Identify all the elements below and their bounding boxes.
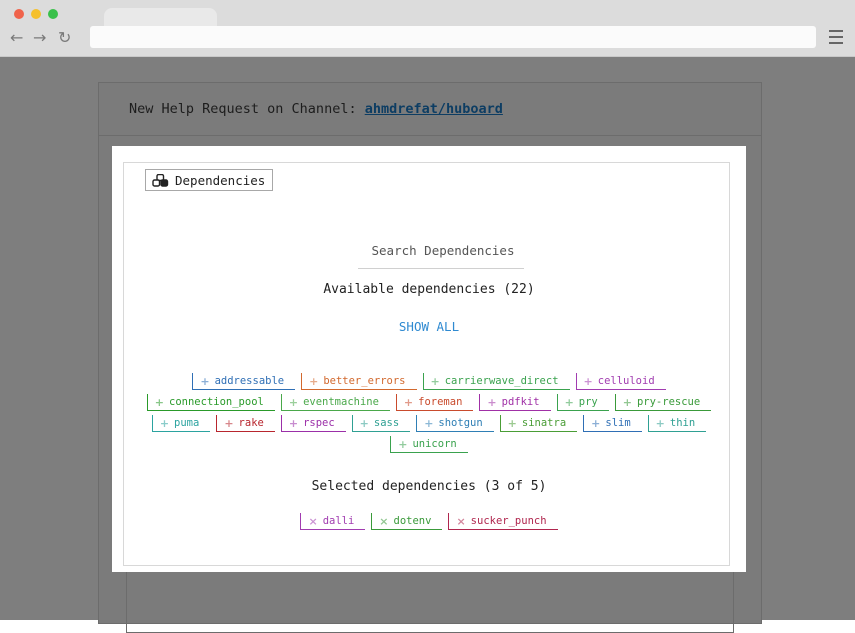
available-dependency-tag[interactable]: + pry <box>556 394 609 411</box>
plus-icon: + <box>622 395 632 409</box>
available-dependency-tag[interactable]: + pry-rescue <box>614 394 712 411</box>
plus-icon: + <box>507 416 517 430</box>
available-dependency-tag[interactable]: + rake <box>216 415 275 432</box>
dependency-name: connection_pool <box>169 396 264 408</box>
minimize-window-dot[interactable] <box>31 9 41 19</box>
dependency-name: unicorn <box>412 438 457 450</box>
plus-icon: + <box>583 374 593 388</box>
available-dependency-tag[interactable]: + puma <box>151 415 211 432</box>
available-dependency-tag[interactable]: + eventmachine <box>280 394 390 411</box>
plus-icon: + <box>288 416 299 430</box>
selected-dependency-tag[interactable]: × dalli <box>300 513 366 530</box>
selected-dependencies-title: Selected dependencies (3 of 5) <box>311 479 547 494</box>
dependency-name: pry-rescue <box>636 396 701 408</box>
dependencies-fieldset: Dependencies <box>123 162 730 566</box>
selected-tags-list: × dalli × dotenv × sucker_punch <box>142 513 716 530</box>
hamburger-menu-icon[interactable] <box>829 30 843 44</box>
available-dependency-tag[interactable]: + pdfkit <box>479 394 551 411</box>
plus-icon: + <box>487 395 497 409</box>
legend-label: Dependencies <box>175 172 266 188</box>
plus-icon: + <box>564 395 574 409</box>
panel-title: New Help Request on Channel: ahmdrefat/h… <box>129 101 503 117</box>
dependency-name: dalli <box>322 515 355 527</box>
plus-icon: + <box>159 416 170 430</box>
browser-tab[interactable] <box>104 8 217 28</box>
available-dependency-tag[interactable]: + rspec <box>280 415 346 432</box>
available-dependency-tag[interactable]: + shotgun <box>416 415 494 432</box>
dependency-name: pdfkit <box>501 396 540 408</box>
dependency-name: eventmachine <box>303 396 379 408</box>
dependency-name: rspec <box>303 417 335 429</box>
available-dependency-tag[interactable]: + celluloid <box>575 373 666 390</box>
panel-title-prefix: New Help Request on Channel: <box>129 101 365 117</box>
dependency-name: thin <box>669 417 696 429</box>
plus-icon: + <box>655 416 665 430</box>
dependency-name: rake <box>238 417 264 429</box>
plus-icon: + <box>398 437 408 451</box>
available-dependency-tag[interactable]: + unicorn <box>390 436 468 453</box>
available-dependency-tag[interactable]: + slim <box>583 415 642 432</box>
cubes-icon <box>152 173 169 187</box>
dependency-name: shotgun <box>438 417 483 429</box>
maximize-window-dot[interactable] <box>48 9 58 19</box>
dependency-name: sinatra <box>521 417 567 429</box>
dependency-name: foreman <box>418 396 463 408</box>
forward-arrow-icon[interactable]: → <box>33 30 46 46</box>
address-bar[interactable] <box>90 26 816 48</box>
dependency-name: slim <box>605 417 631 429</box>
close-window-dot[interactable] <box>14 9 24 19</box>
available-dependency-tag[interactable]: + thin <box>647 415 707 432</box>
dependency-name: better_errors <box>323 375 406 387</box>
channel-link[interactable]: ahmdrefat/huboard <box>365 101 503 117</box>
panel-header: New Help Request on Channel: ahmdrefat/h… <box>99 83 761 136</box>
dependency-name: sucker_punch <box>470 515 547 527</box>
available-dependency-tag[interactable]: + carrierwave_direct <box>422 373 570 390</box>
available-tags-list: + addressable + better_errors + carrierwave_d… <box>142 373 716 453</box>
search-dependencies-input[interactable] <box>358 242 528 259</box>
back-arrow-icon[interactable]: ← <box>10 30 23 46</box>
browser-chrome: ← → ↻ <box>0 0 855 57</box>
dependency-name: dotenv <box>393 515 432 527</box>
remove-x-icon: × <box>308 514 318 528</box>
plus-icon: + <box>288 395 299 409</box>
dependency-name: carrierwave_direct <box>444 375 559 387</box>
plus-icon: + <box>359 416 369 430</box>
dependency-name: puma <box>174 417 200 429</box>
available-dependency-tag[interactable]: + sinatra <box>499 415 578 432</box>
available-dependency-tag[interactable]: + foreman <box>395 394 474 411</box>
remove-x-icon: × <box>456 514 466 528</box>
dependency-name: pry <box>578 396 598 408</box>
plus-icon: + <box>200 374 210 388</box>
selected-dependency-tag[interactable]: × dotenv <box>371 513 443 530</box>
reload-icon[interactable]: ↻ <box>58 30 71 46</box>
plus-icon: + <box>309 374 319 388</box>
available-dependencies-title: Available dependencies (22) <box>323 282 535 297</box>
plus-icon: + <box>403 395 414 409</box>
available-dependency-tag[interactable]: + better_errors <box>301 373 417 390</box>
dependencies-modal: Dependencies Available dependencies (22)… <box>112 146 746 572</box>
plus-icon: + <box>591 416 601 430</box>
search-field-wrapper <box>358 234 528 269</box>
remove-x-icon: × <box>379 514 389 528</box>
plus-icon: + <box>224 416 234 430</box>
available-dependency-tag[interactable]: + connection_pool <box>146 394 275 411</box>
show-all-link[interactable]: SHOW ALL <box>112 319 746 334</box>
plus-icon: + <box>430 374 440 388</box>
selected-dependency-tag[interactable]: × sucker_punch <box>448 513 558 530</box>
dependency-name: sass <box>373 417 400 429</box>
available-dependency-tag[interactable]: + sass <box>351 415 411 432</box>
dependency-name: celluloid <box>597 375 655 387</box>
plus-icon: + <box>424 416 434 430</box>
plus-icon: + <box>154 395 165 409</box>
available-dependency-tag[interactable]: + addressable <box>192 373 296 390</box>
dependency-name: addressable <box>214 375 285 387</box>
dependencies-legend: Dependencies <box>145 169 274 191</box>
